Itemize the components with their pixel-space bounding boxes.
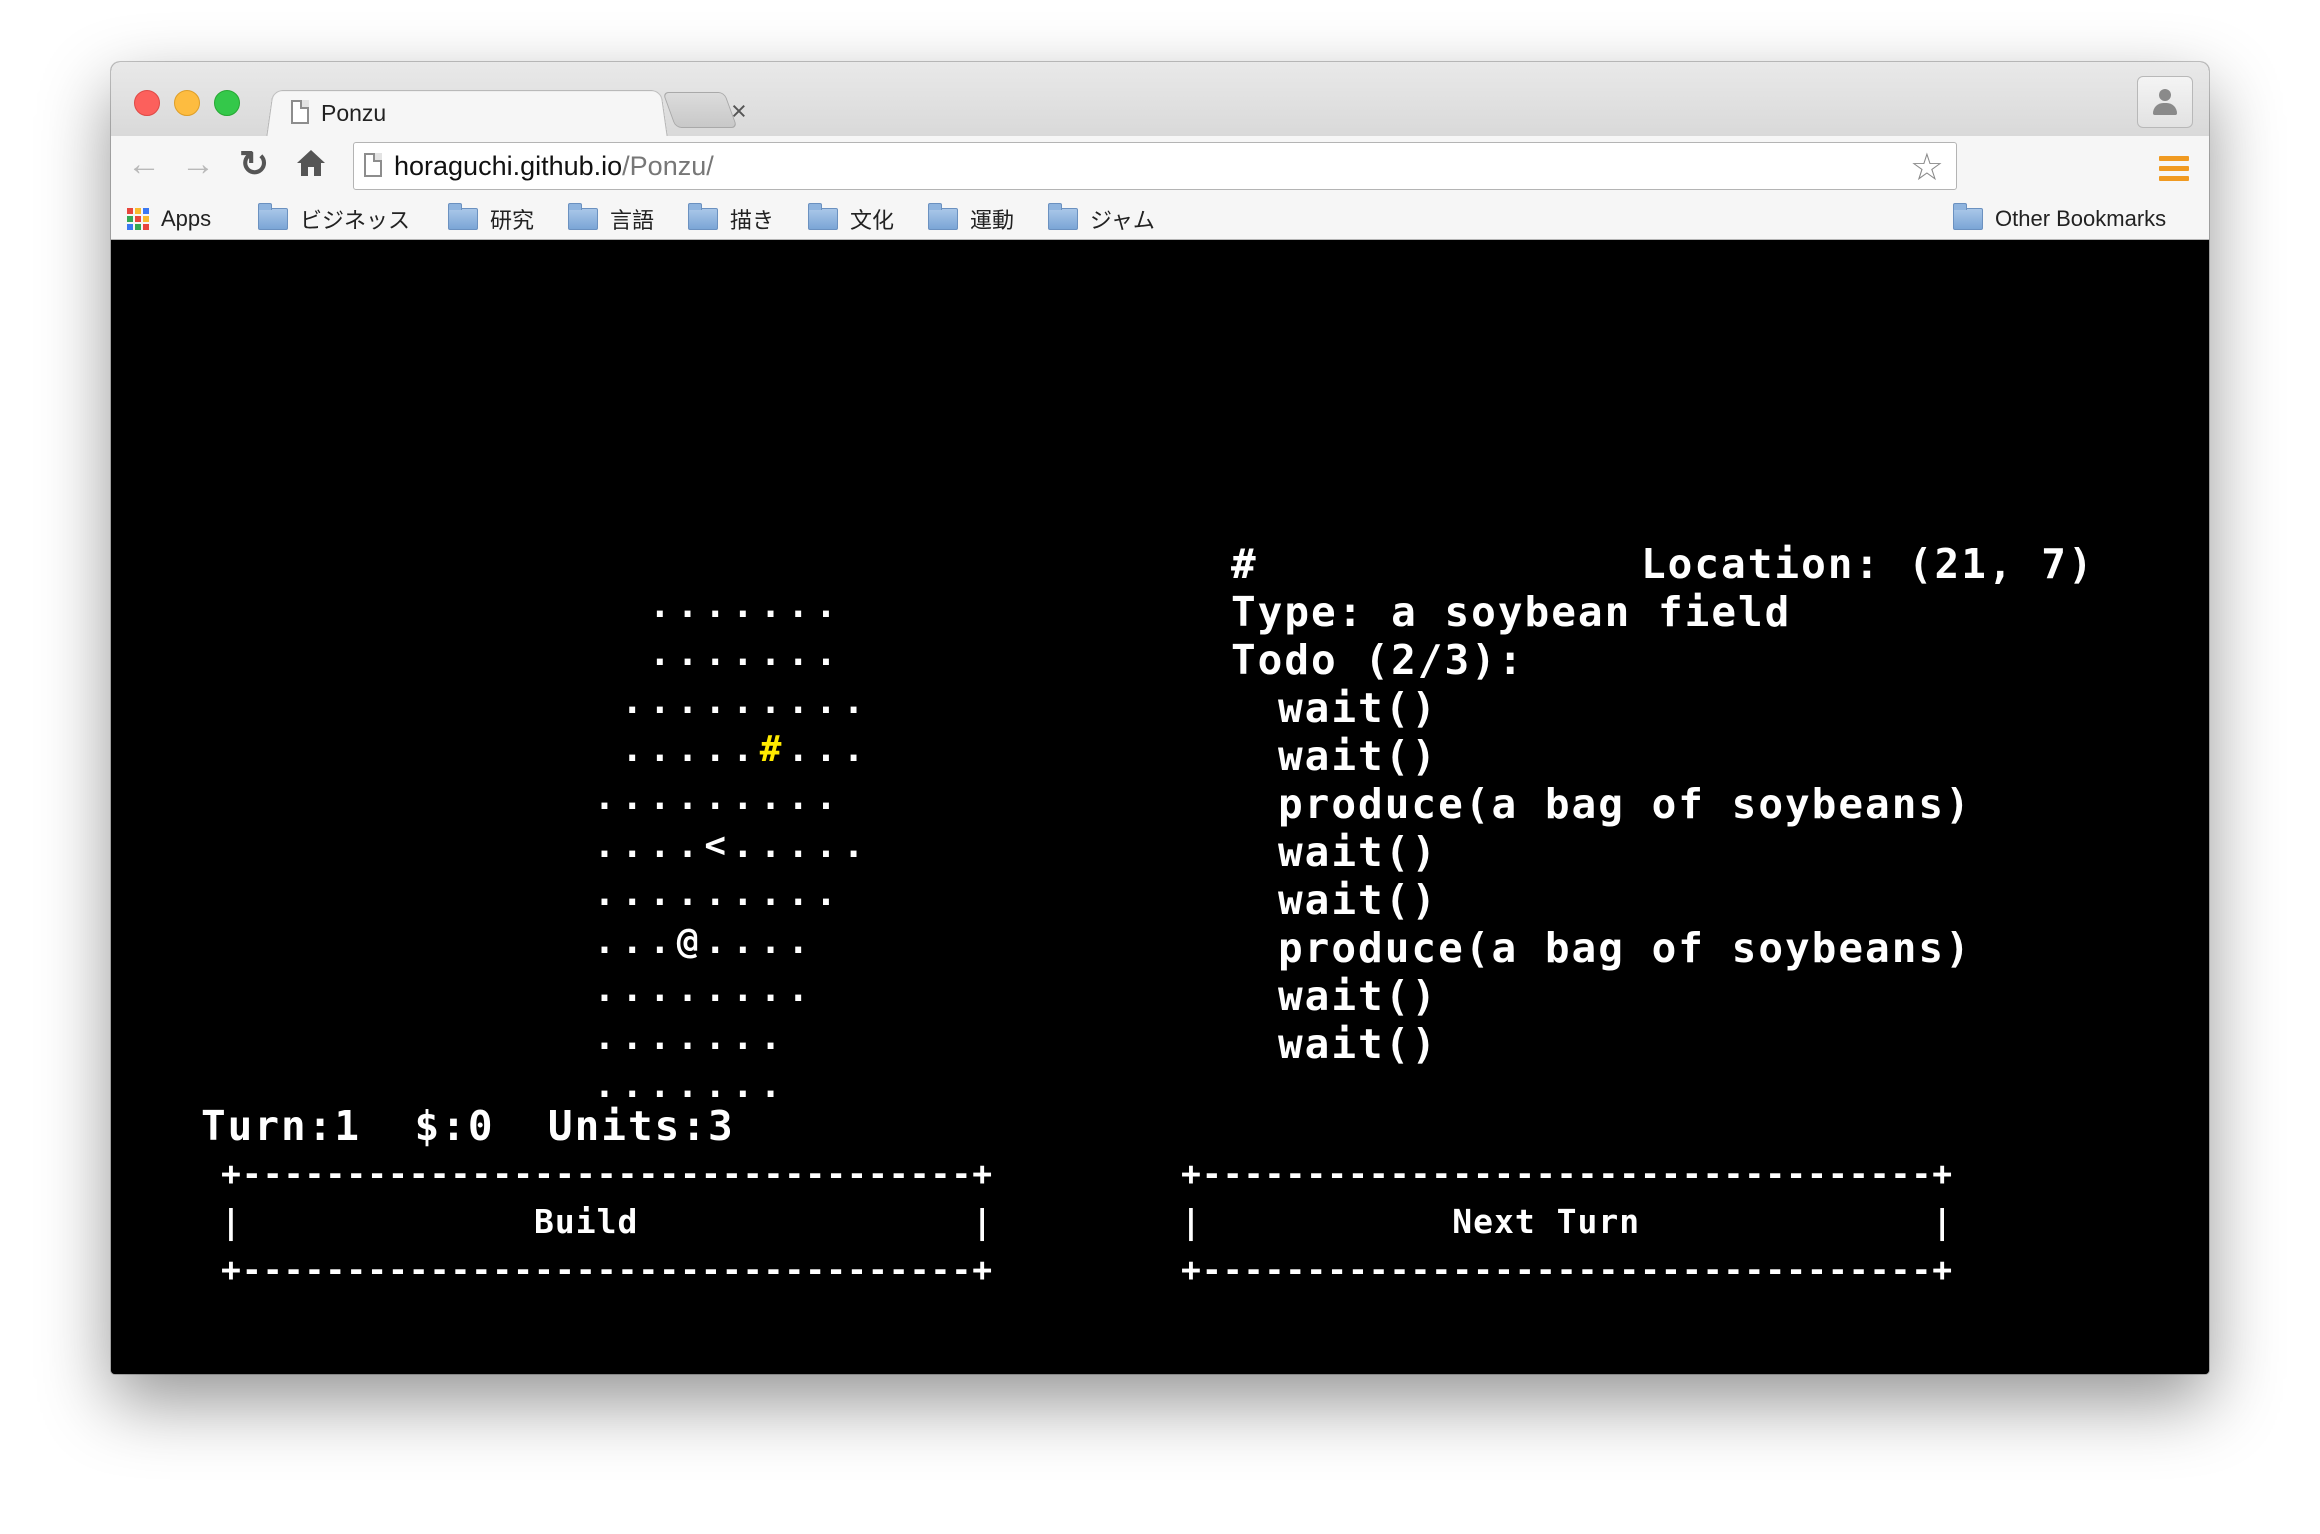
- status-line: Turn:1 $:0 Units:3: [201, 1102, 735, 1150]
- bookmark-folder-research[interactable]: 研究: [448, 203, 535, 234]
- bookmark-folder-culture[interactable]: 文化: [808, 203, 895, 234]
- page-icon: [364, 153, 382, 177]
- map-row[interactable]: .........: [566, 870, 843, 918]
- bookmark-label: ビジネッス: [300, 208, 411, 233]
- home-icon[interactable]: [297, 150, 325, 176]
- folder-icon: [928, 203, 958, 230]
- menu-hamburger-icon[interactable]: [2159, 156, 2189, 182]
- folder-icon: [258, 203, 288, 230]
- map-row[interactable]: .......: [566, 1014, 787, 1062]
- bookmark-label: 文化: [850, 208, 895, 233]
- next-turn-button[interactable]: +-----------------------------------+ | …: [1181, 1150, 2121, 1294]
- map-row[interactable]: .......: [566, 630, 843, 678]
- map-row[interactable]: ....<.....: [566, 822, 870, 870]
- todo-item: wait(): [1278, 684, 1439, 732]
- folder-icon: [568, 203, 598, 230]
- folder-icon: [1953, 203, 1983, 230]
- build-button-label: | Build |: [221, 1202, 994, 1241]
- build-button-border-top: +-----------------------------------+: [221, 1154, 994, 1193]
- url-host: horaguchi.github.io: [394, 151, 623, 181]
- tab-title: Ponzu: [321, 100, 387, 126]
- bookmark-folder-language[interactable]: 言語: [568, 203, 655, 234]
- close-window-button[interactable]: [134, 90, 160, 116]
- bookmark-label: 描き: [730, 208, 775, 233]
- map-row[interactable]: .........: [566, 774, 843, 822]
- address-bar[interactable]: horaguchi.github.io/Ponzu/ ☆: [353, 142, 1957, 190]
- bookmark-folder-sports[interactable]: 運動: [928, 203, 1015, 234]
- apps-grid-icon: [127, 208, 149, 230]
- user-icon-body: [2153, 103, 2177, 115]
- url-path: /Ponzu/: [622, 151, 714, 181]
- url-text[interactable]: horaguchi.github.io/Ponzu/: [394, 151, 714, 182]
- selected-tile: #: [759, 729, 788, 770]
- map-row[interactable]: .........: [566, 678, 870, 726]
- bookmark-label: 運動: [970, 208, 1015, 233]
- bookmark-label: Apps: [161, 206, 212, 231]
- bookmark-folder-other[interactable]: Other Bookmarks: [1953, 203, 2167, 234]
- bookmark-label: 研究: [490, 208, 535, 233]
- todo-item: wait(): [1278, 732, 1439, 780]
- todo-item: produce(a bag of soybeans): [1278, 924, 1972, 972]
- new-tab-button[interactable]: [662, 92, 738, 128]
- next-turn-button-label: | Next Turn |: [1181, 1202, 1954, 1241]
- browser-window: Ponzu × ← → ↻ horaguchi.github.io/Ponzu/…: [111, 62, 2209, 1374]
- todo-item: wait(): [1278, 876, 1439, 924]
- folder-icon: [688, 203, 718, 230]
- bookmark-label: ジャム: [1090, 208, 1155, 233]
- bookmark-apps[interactable]: Apps: [127, 204, 211, 234]
- forward-arrow-icon[interactable]: →: [181, 144, 215, 184]
- map-row[interactable]: ........: [566, 966, 815, 1014]
- game-screen[interactable]: ....... ....... ......... .....#... ....…: [111, 240, 2209, 1374]
- user-icon: [2159, 89, 2171, 101]
- build-button-border-bottom: +-----------------------------------+: [221, 1250, 994, 1289]
- folder-icon: [1048, 203, 1078, 230]
- minimize-window-button[interactable]: [174, 90, 200, 116]
- bookmark-label: 言語: [610, 208, 655, 233]
- todo-item: wait(): [1278, 828, 1439, 876]
- bookmark-folder-drawing[interactable]: 描き: [688, 203, 775, 234]
- info-location: Location: (21, 7): [1641, 540, 2095, 588]
- map-row-selected[interactable]: .....#...: [566, 726, 870, 774]
- back-arrow-icon[interactable]: ←: [127, 144, 161, 184]
- todo-item: wait(): [1278, 972, 1439, 1020]
- bookmark-star-icon[interactable]: ☆: [1910, 145, 1944, 190]
- map-row[interactable]: ...@....: [566, 918, 815, 966]
- bookmarks-bar: Apps ビジネッス 研究 言語 描き 文化 運動 ジャム Other Book…: [111, 198, 2209, 240]
- page-icon: [291, 100, 309, 124]
- tab-strip: Ponzu ×: [111, 62, 2209, 139]
- todo-header: Todo (2/3):: [1231, 636, 1525, 684]
- build-button[interactable]: +-----------------------------------+ | …: [221, 1150, 1161, 1294]
- toolbar: ← → ↻ horaguchi.github.io/Ponzu/ ☆: [111, 136, 2209, 198]
- reload-icon[interactable]: ↻: [239, 144, 269, 184]
- bookmark-label: Other Bookmarks: [1995, 206, 2167, 231]
- next-turn-button-border-top: +-----------------------------------+: [1181, 1154, 1954, 1193]
- folder-icon: [808, 203, 838, 230]
- maximize-window-button[interactable]: [214, 90, 240, 116]
- todo-item: wait(): [1278, 1020, 1439, 1068]
- todo-item: produce(a bag of soybeans): [1278, 780, 1972, 828]
- active-tab-content[interactable]: Ponzu ×: [291, 96, 747, 136]
- profile-button[interactable]: [2137, 76, 2193, 128]
- map-row[interactable]: .......: [566, 582, 843, 630]
- info-type: Type: a soybean field: [1231, 588, 1792, 636]
- next-turn-button-border-bottom: +-----------------------------------+: [1181, 1250, 1954, 1289]
- info-symbol: #: [1231, 540, 1258, 588]
- bookmark-folder-business[interactable]: ビジネッス: [258, 203, 411, 234]
- bookmark-folder-jam[interactable]: ジャム: [1048, 203, 1155, 234]
- folder-icon: [448, 203, 478, 230]
